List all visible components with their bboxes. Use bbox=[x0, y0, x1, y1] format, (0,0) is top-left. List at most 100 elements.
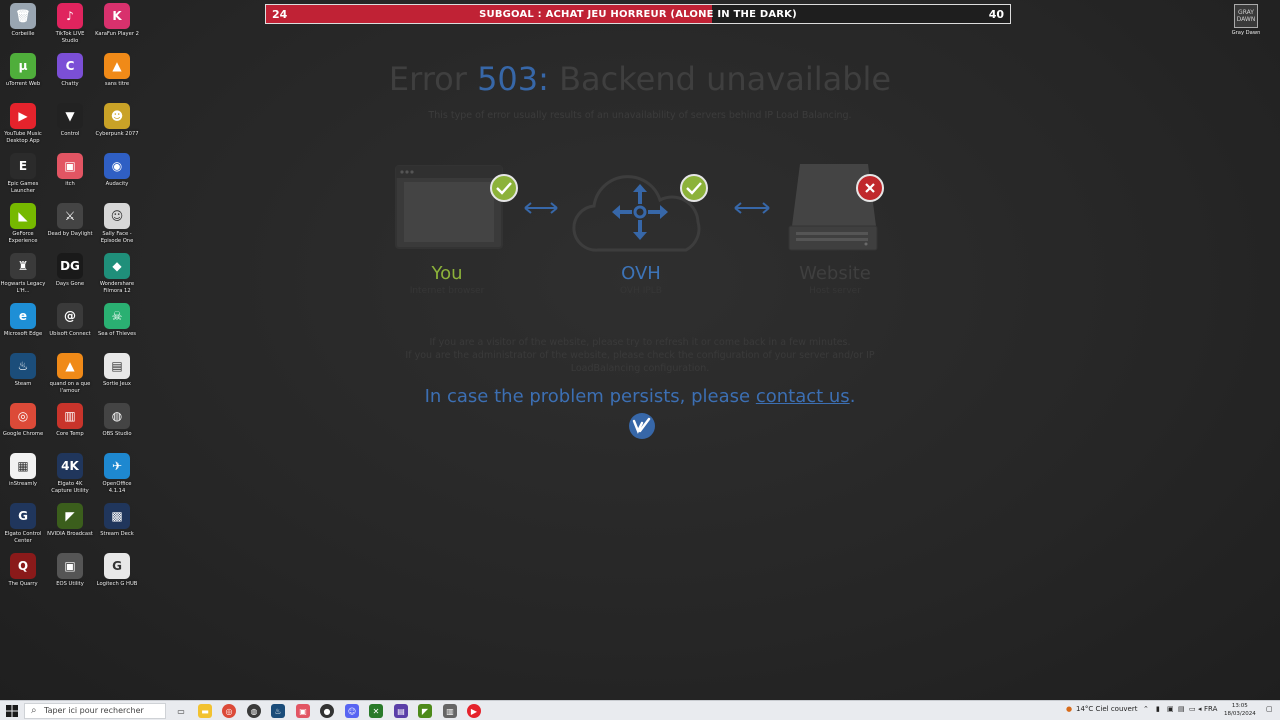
desktop-icon-label: NVIDIA Broadcast bbox=[47, 531, 93, 537]
desktop-icon[interactable]: ☻ Cyberpunk 2077 bbox=[94, 100, 140, 148]
desktop-icon[interactable]: ▦ inStreamly bbox=[0, 450, 46, 498]
desktop-icon-label: YouTube Music Desktop App bbox=[4, 131, 42, 144]
elgato-control-icon: G bbox=[10, 503, 36, 529]
file-explorer-icon[interactable]: ▬ bbox=[198, 704, 212, 718]
tray-chevron-up-icon[interactable]: ⌃ bbox=[1143, 705, 1149, 713]
xbox-taskbar-icon[interactable]: ✕ bbox=[369, 704, 383, 718]
clock-time: 13:05 bbox=[1231, 703, 1248, 709]
discord-taskbar-icon[interactable]: ☺ bbox=[345, 704, 359, 718]
karafun-icon: K bbox=[104, 3, 130, 29]
desktop-icon[interactable]: G Logitech G HUB bbox=[94, 550, 140, 598]
desktop-icon-label: inStreamly bbox=[8, 481, 37, 487]
clock-date: 18/03/2024 bbox=[1224, 711, 1256, 717]
tray-icon[interactable]: ▤ bbox=[1178, 705, 1185, 713]
info-line: If you are a visitor of the website, ple… bbox=[429, 337, 851, 348]
taskbar: ⌕ Taper ici pour rechercher ▭ ▬ ◎ ◍ ♨ ▣ … bbox=[0, 700, 1280, 720]
notifications-icon[interactable]: ▢ bbox=[1266, 705, 1273, 713]
openoffice-icon: ✈ bbox=[104, 453, 130, 479]
persist-message: In case the problem persists, please con… bbox=[0, 386, 1280, 407]
task-view-icon[interactable]: ▭ bbox=[174, 704, 188, 718]
recycle-bin-icon: 🗑 bbox=[10, 3, 36, 29]
node-you-name: You bbox=[431, 263, 463, 284]
desktop-icon[interactable]: ▼ Control bbox=[47, 100, 93, 148]
desktop-icon-label: Gray Dawn bbox=[1231, 30, 1261, 36]
desktop-icon-gray-dawn[interactable]: GRAY DAWN Gray Dawn bbox=[1231, 4, 1261, 36]
desktop-icon-label: Cyberpunk 2077 bbox=[95, 131, 139, 137]
subgoal-target: 40 bbox=[988, 8, 1004, 21]
desktop-icon-label: Control bbox=[60, 131, 80, 137]
twitch-taskbar-icon[interactable]: ▤ bbox=[394, 704, 408, 718]
subgoal-bar: 24 SUBGOAL : ACHAT JEU HORREUR (ALONE IN… bbox=[265, 4, 1011, 24]
network-icon[interactable]: ▭ bbox=[1189, 705, 1196, 713]
website-status-error-icon bbox=[856, 174, 884, 202]
chrome-taskbar-icon[interactable]: ◎ bbox=[222, 704, 236, 718]
node-website-desc: Host server bbox=[809, 286, 861, 296]
info-line: LoadBalancing configuration. bbox=[570, 363, 710, 374]
taskbar-search-box[interactable]: ⌕ Taper ici pour rechercher bbox=[24, 703, 166, 719]
tray-icon[interactable]: ▮ bbox=[1156, 705, 1160, 713]
itch-taskbar-icon[interactable]: ▣ bbox=[296, 704, 310, 718]
windows-start-icon[interactable] bbox=[6, 705, 18, 717]
desktop: 🗑 Corbeille ♪ TikTok LIVE Studio K KaraFun Pl… bbox=[0, 0, 1280, 700]
desktop-icon-label: EOS Utility bbox=[56, 581, 84, 587]
gray-dawn-icon: GRAY DAWN bbox=[1234, 4, 1258, 28]
browser-icon bbox=[395, 165, 503, 249]
desktop-icon[interactable]: ▣ EOS Utility bbox=[47, 550, 93, 598]
language-indicator[interactable]: FRA bbox=[1204, 705, 1217, 713]
obs-taskbar-icon[interactable]: ◍ bbox=[247, 704, 261, 718]
desktop-icon[interactable]: G Elgato Control Center bbox=[0, 500, 46, 548]
desktop-icon-label: Logitech G HUB bbox=[96, 581, 138, 587]
desktop-icon[interactable]: ▩ Stream Deck bbox=[94, 500, 140, 548]
desktop-icon-label: Elgato 4K Capture Utility bbox=[51, 481, 89, 494]
desktop-icon-label: TikTok LIVE Studio bbox=[55, 31, 85, 44]
info-line: If you are the administrator of the webs… bbox=[405, 350, 875, 361]
youtube-music-taskbar-icon[interactable]: ▶ bbox=[467, 704, 481, 718]
desktop-icon[interactable]: ♪ TikTok LIVE Studio bbox=[47, 0, 93, 48]
you-status-check-icon bbox=[490, 174, 518, 202]
search-icon: ⌕ bbox=[31, 705, 37, 716]
search-placeholder: Taper ici pour rechercher bbox=[44, 706, 144, 715]
node-ovh-desc: OVH IPLB bbox=[620, 286, 662, 296]
node-ovh-name: OVH bbox=[621, 263, 661, 284]
desktop-icon[interactable]: 🗑 Corbeille bbox=[0, 0, 46, 48]
persist-text: In case the problem persists, please bbox=[424, 386, 756, 407]
error-subtitle: This type of error usually results of an… bbox=[428, 110, 852, 121]
logitech-ghub-icon: G bbox=[104, 553, 130, 579]
app-taskbar-icon[interactable]: ▥ bbox=[443, 704, 457, 718]
ovh-status-check-icon bbox=[680, 174, 708, 202]
node-you: You Internet browser bbox=[395, 263, 499, 296]
the-quarry-icon: Q bbox=[10, 553, 36, 579]
persist-end: . bbox=[849, 386, 856, 407]
desktop-icon[interactable]: 4K Elgato 4K Capture Utility bbox=[47, 450, 93, 498]
elgato-4k-icon: 4K bbox=[57, 453, 83, 479]
desktop-icon-label: KaraFun Player 2 bbox=[95, 31, 139, 37]
obs-alt-taskbar-icon[interactable]: ● bbox=[320, 704, 334, 718]
desktop-icon-label: OBS Studio bbox=[102, 431, 132, 437]
error-code: 503: bbox=[477, 60, 549, 98]
desktop-icon[interactable]: K KaraFun Player 2 bbox=[94, 0, 140, 48]
desktop-icon-label: The Quarry bbox=[8, 581, 38, 587]
contact-us-link[interactable]: contact us bbox=[756, 386, 850, 407]
steam-taskbar-icon[interactable]: ♨ bbox=[271, 704, 285, 718]
node-website: Website Host server bbox=[783, 263, 887, 296]
volume-icon[interactable]: ◂ bbox=[1198, 705, 1202, 713]
desktop-icon[interactable]: ✈ OpenOffice 4.1.14 bbox=[94, 450, 140, 498]
clock[interactable]: 13:05 18/03/2024 bbox=[1224, 702, 1256, 718]
arrow-ovh-website-icon bbox=[734, 202, 770, 214]
weather-text[interactable]: 14°C Ciel couvert bbox=[1076, 705, 1137, 713]
desktop-icon[interactable]: Q The Quarry bbox=[0, 550, 46, 598]
eos-utility-icon: ▣ bbox=[57, 553, 83, 579]
desktop-icon[interactable]: ▶ YouTube Music Desktop App bbox=[0, 100, 46, 148]
subgoal-title: SUBGOAL : ACHAT JEU HORREUR (ALONE IN TH… bbox=[479, 9, 797, 20]
error-info: If you are a visitor of the website, ple… bbox=[0, 336, 1280, 375]
desktop-icon-label: Corbeille bbox=[11, 31, 35, 37]
desktop-icon-label: Stream Deck bbox=[100, 531, 134, 537]
desktop-icon[interactable]: ◤ NVIDIA Broadcast bbox=[47, 500, 93, 548]
desktop-icon-label: Elgato Control Center bbox=[4, 531, 42, 544]
tray-icon[interactable]: ▣ bbox=[1167, 705, 1174, 713]
nvidia-taskbar-icon[interactable]: ◤ bbox=[418, 704, 432, 718]
error-title-suffix: Backend unavailable bbox=[548, 60, 892, 98]
stream-deck-icon: ▩ bbox=[104, 503, 130, 529]
desktop-icon-label: Google Chrome bbox=[2, 431, 44, 437]
weather-icon: ● bbox=[1066, 705, 1073, 713]
